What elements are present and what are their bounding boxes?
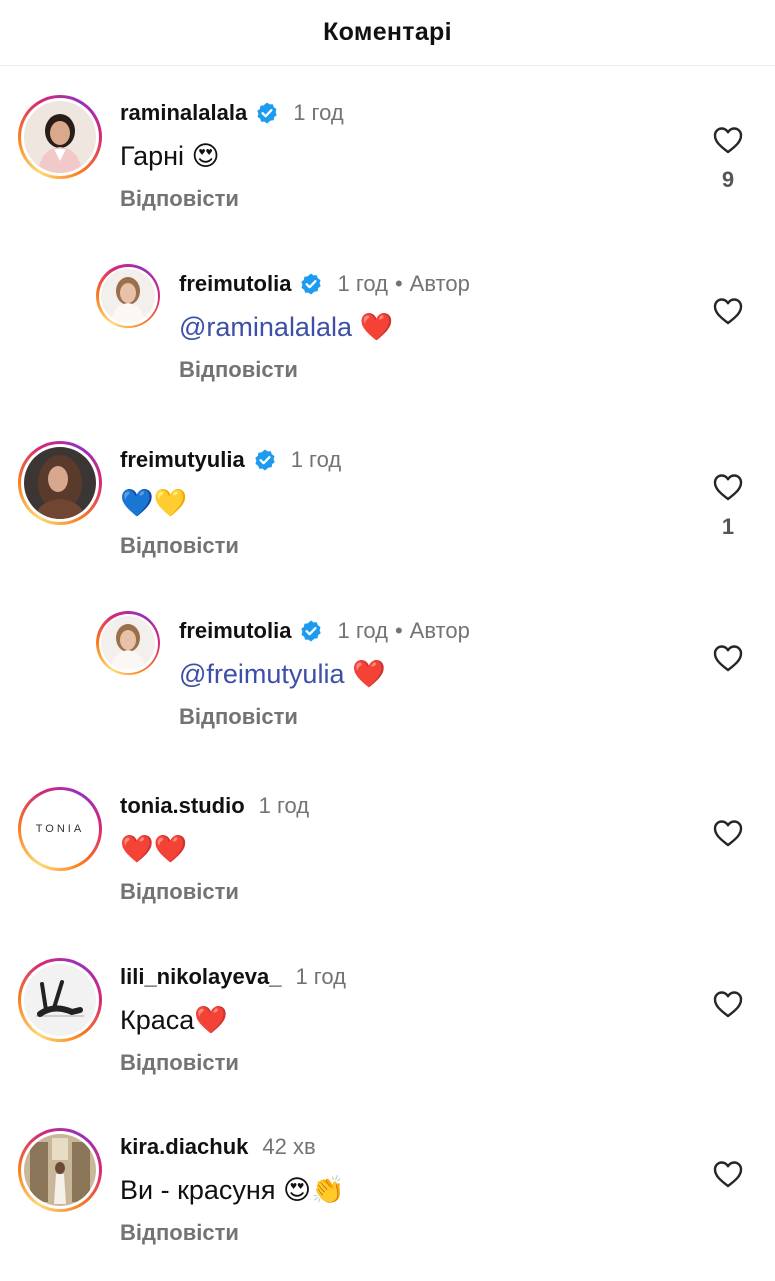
avatar[interactable] xyxy=(18,95,102,179)
header: Коментарі xyxy=(0,0,775,66)
comment-emoji: ❤️ xyxy=(359,312,394,342)
comment-text: Ви - красуня 😍👏 xyxy=(120,1175,345,1205)
like-count: 1 xyxy=(721,514,735,539)
comment-text: @freimutyulia ❤️ xyxy=(179,657,470,691)
comment-time: 1 год xyxy=(337,271,388,296)
comment-time: 1 год xyxy=(295,964,346,989)
comment-text: 💙💛 xyxy=(120,488,188,518)
comment-text: Краса❤️ xyxy=(120,1005,228,1035)
reply-button[interactable]: Відповісти xyxy=(120,1049,346,1077)
heart-outline-icon[interactable] xyxy=(712,296,744,326)
avatar[interactable]: TONIA xyxy=(18,787,102,871)
verified-badge-icon xyxy=(301,273,322,295)
heart-outline-icon[interactable] xyxy=(712,1159,744,1189)
like-count: 9 xyxy=(721,167,735,192)
avatar-logo-text: TONIA xyxy=(35,823,85,835)
verified-badge-icon xyxy=(257,102,277,124)
comment-time: 1 год xyxy=(337,618,388,643)
mention-link[interactable]: @freimutyulia xyxy=(179,659,344,689)
reply-button[interactable]: Відповісти xyxy=(179,356,470,384)
reply-button[interactable]: Відповісти xyxy=(120,185,344,213)
comment-username[interactable]: freimutolia xyxy=(179,617,291,645)
reply-button[interactable]: Відповісти xyxy=(120,1219,345,1247)
reply-button[interactable]: Відповісти xyxy=(120,532,341,560)
comment-emoji: ❤️ xyxy=(351,659,386,689)
reply-button[interactable]: Відповісти xyxy=(120,878,309,906)
comment-time: 1 год xyxy=(293,100,344,125)
verified-badge-icon xyxy=(255,449,275,471)
separator-dot: • xyxy=(394,271,403,296)
author-label: Автор xyxy=(409,618,470,643)
comment-username[interactable]: tonia.studio xyxy=(120,792,245,820)
reply-button[interactable]: Відповісти xyxy=(179,703,470,731)
comment-username[interactable]: freimutyulia xyxy=(120,446,245,474)
comment-text: @raminalalala ❤️ xyxy=(179,310,470,344)
heart-outline-icon[interactable] xyxy=(712,472,744,502)
avatar[interactable] xyxy=(18,441,102,525)
comment-username[interactable]: freimutolia xyxy=(179,270,291,298)
comment-time: 1 год xyxy=(290,447,342,472)
heart-outline-icon[interactable] xyxy=(712,818,744,848)
heart-outline-icon[interactable] xyxy=(712,643,744,673)
comment-username[interactable]: raminalalala xyxy=(120,99,247,127)
heart-outline-icon[interactable] xyxy=(712,125,744,155)
avatar[interactable] xyxy=(18,958,102,1042)
avatar[interactable] xyxy=(18,1128,102,1212)
comment-username[interactable]: lili_nikolayeva_ xyxy=(120,963,281,991)
comment-text: Гарні 😍 xyxy=(120,141,220,171)
mention-link[interactable]: @raminalalala xyxy=(179,312,352,342)
heart-outline-icon[interactable] xyxy=(712,989,744,1019)
comment-time: 1 год xyxy=(258,793,310,818)
page-title: Коментарі xyxy=(323,18,452,46)
avatar[interactable] xyxy=(96,264,160,328)
comment-username[interactable]: kira.diachuk xyxy=(120,1133,248,1161)
verified-badge-icon xyxy=(301,620,322,642)
author-label: Автор xyxy=(409,271,470,296)
comment-time: 42 хв xyxy=(262,1134,316,1159)
separator-dot: • xyxy=(394,618,403,643)
comment-text: ❤️❤️ xyxy=(120,834,188,864)
avatar[interactable] xyxy=(96,611,160,675)
